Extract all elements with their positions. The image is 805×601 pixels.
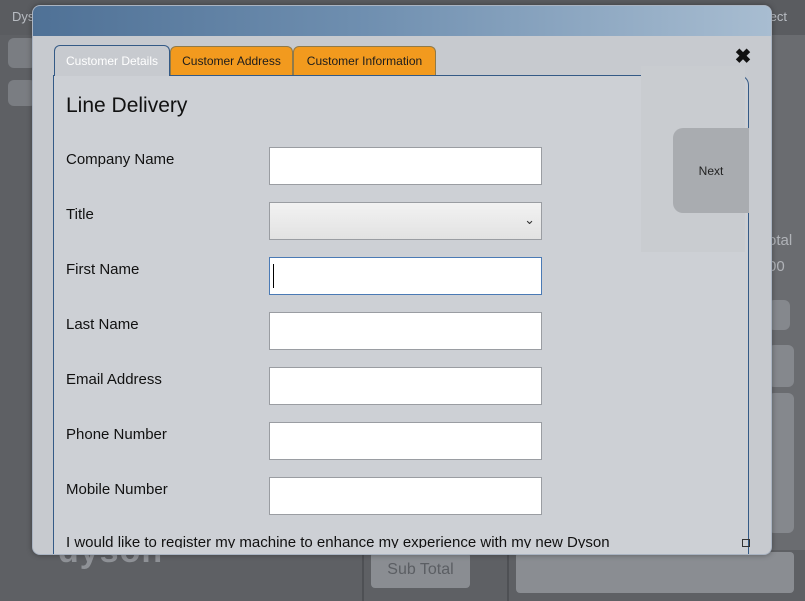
phone-number-label: Phone Number: [66, 426, 167, 443]
company-name-input[interactable]: [269, 147, 542, 185]
mobile-number-label: Mobile Number: [66, 481, 168, 498]
phone-number-input[interactable]: [269, 422, 542, 460]
title-label: Title: [66, 206, 94, 223]
register-machine-label: I would like to register my machine to e…: [66, 534, 610, 548]
tab-customer-details[interactable]: Customer Details: [54, 45, 170, 76]
close-icon[interactable]: ✖: [733, 47, 753, 67]
last-name-input[interactable]: [269, 312, 542, 350]
scroll-corner[interactable]: [742, 539, 750, 547]
last-name-label: Last Name: [66, 316, 139, 333]
form-title: Line Delivery: [66, 94, 188, 117]
company-name-label: Company Name: [66, 151, 175, 168]
email-address-input[interactable]: [269, 367, 542, 405]
background-divider: [362, 550, 364, 601]
customer-dialog: Customer Details Customer Address Custom…: [32, 5, 772, 555]
dialog-header: [33, 6, 771, 36]
next-button[interactable]: Next: [673, 128, 749, 213]
mobile-number-input[interactable]: [269, 477, 542, 515]
register-machine-text: I would like to register my machine to e…: [66, 534, 676, 548]
first-name-input[interactable]: [269, 257, 542, 295]
background-subtotal-button: Sub Total: [371, 552, 470, 588]
background-bottom-box: [516, 552, 794, 593]
background-right-title: ect: [769, 9, 787, 24]
tab-customer-address[interactable]: Customer Address: [170, 46, 293, 75]
chevron-down-icon: ⌄: [524, 212, 535, 227]
title-select[interactable]: ⌄: [269, 202, 542, 240]
email-address-label: Email Address: [66, 371, 162, 388]
background-divider: [507, 550, 509, 601]
tab-customer-information[interactable]: Customer Information: [293, 46, 436, 75]
first-name-label: First Name: [66, 261, 140, 278]
text-caret: [273, 264, 274, 288]
